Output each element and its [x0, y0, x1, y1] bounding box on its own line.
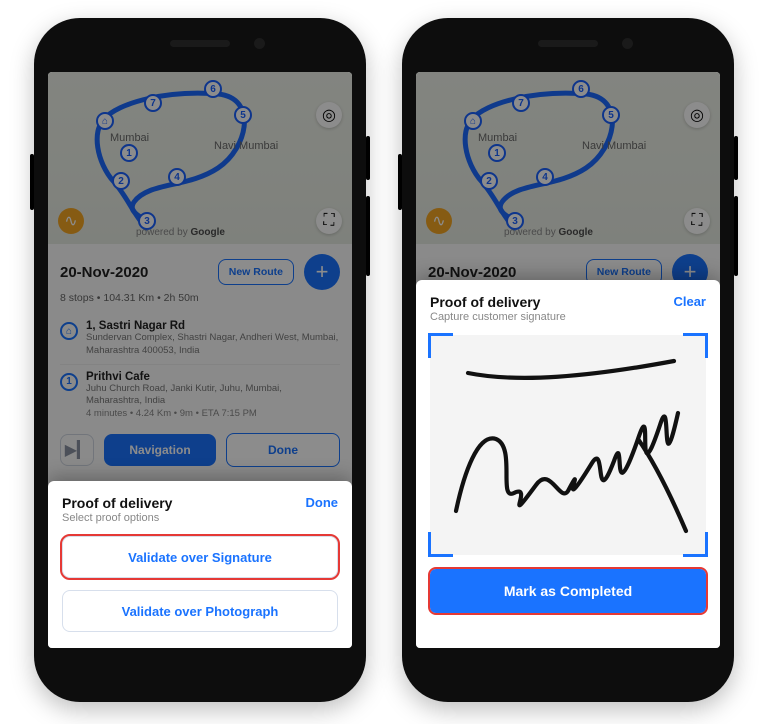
proof-options-sheet: Proof of delivery Select proof options D…	[48, 481, 352, 648]
signature-sheet: Proof of delivery Capture customer signa…	[416, 280, 720, 648]
sheet-done-link[interactable]: Done	[306, 495, 339, 510]
screen-left: Mumbai Navi Mumbai ⌂ 7 6 5 1 2 3 4 ◎ ∿ ⛶…	[48, 72, 352, 648]
clear-signature-link[interactable]: Clear	[673, 294, 706, 309]
screen-right: Mumbai Navi Mumbai ⌂ 7 6 5 1 2 3 4 ◎ ∿ ⛶…	[416, 72, 720, 648]
sheet-title: Proof of delivery	[62, 495, 172, 511]
mark-completed-button[interactable]: Mark as Completed	[430, 569, 706, 613]
validate-signature-button[interactable]: Validate over Signature	[62, 536, 338, 578]
sheet-subtitle: Select proof options	[62, 512, 172, 524]
signature-pad[interactable]	[430, 335, 706, 555]
signature-stroke	[438, 343, 698, 543]
phone-mockup-right: Mumbai Navi Mumbai ⌂ 7 6 5 1 2 3 4 ◎ ∿ ⛶…	[402, 18, 734, 702]
validate-photograph-button[interactable]: Validate over Photograph	[62, 590, 338, 632]
sheet-title: Proof of delivery	[430, 294, 566, 310]
sheet-subtitle: Capture customer signature	[430, 311, 566, 323]
phone-mockup-left: Mumbai Navi Mumbai ⌂ 7 6 5 1 2 3 4 ◎ ∿ ⛶…	[34, 18, 366, 702]
